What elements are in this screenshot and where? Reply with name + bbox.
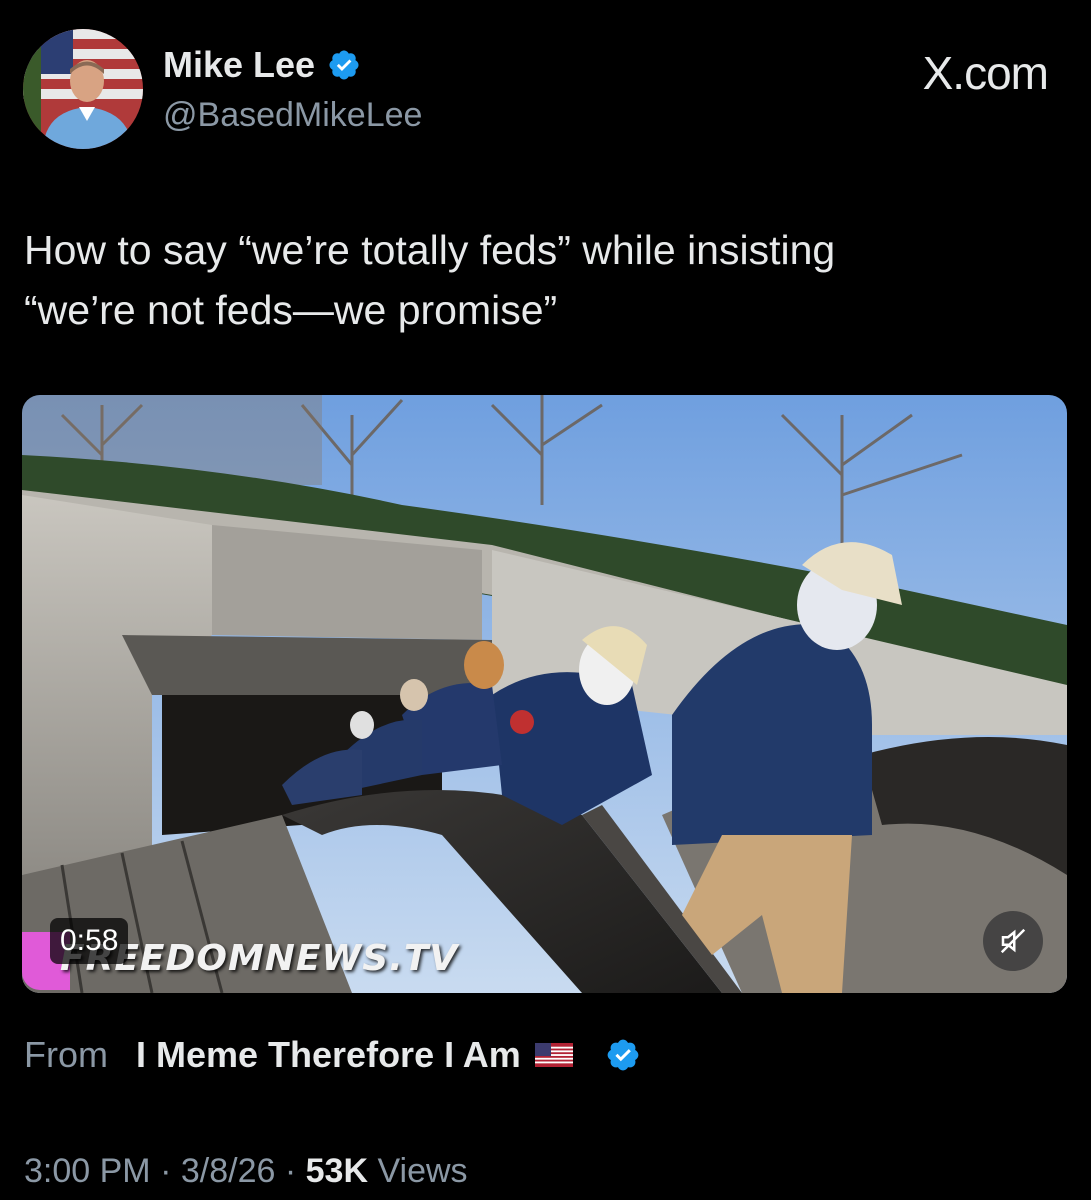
- source-verified-badge-icon: [607, 1039, 639, 1071]
- author-name-text: Mike Lee: [163, 44, 316, 85]
- tweet-time[interactable]: 3:00 PM: [24, 1152, 151, 1190]
- video-duration: 0:58: [50, 918, 129, 964]
- tweet-meta: 3:00 PM · 3/8/26 · 53K Views: [24, 1152, 468, 1191]
- avatar-image: [23, 29, 143, 149]
- tweet-text-line-2: “we’re not feds—we promise”: [24, 287, 558, 333]
- us-flag-icon: [534, 1043, 573, 1067]
- video-frame-image: [22, 395, 1067, 993]
- views-label: Views: [377, 1152, 468, 1190]
- muted-speaker-icon: [1000, 928, 1026, 954]
- author-handle[interactable]: @BasedMikeLee: [163, 96, 422, 135]
- meta-separator: ·: [160, 1152, 172, 1190]
- video-player[interactable]: [22, 395, 1067, 993]
- video-source: From I Meme Therefore I Am: [24, 1034, 641, 1076]
- meta-separator: ·: [284, 1152, 297, 1190]
- tweet-text: How to say “we’re totally feds” while in…: [24, 220, 1054, 340]
- verified-badge-icon: [329, 50, 359, 80]
- mute-button[interactable]: [983, 911, 1043, 971]
- tweet-text-line-1: How to say “we’re totally feds” while in…: [24, 227, 836, 273]
- tweet-date[interactable]: 3/8/26: [181, 1152, 276, 1190]
- author-name[interactable]: Mike Lee: [163, 44, 361, 86]
- author-avatar[interactable]: [23, 29, 143, 149]
- brand-logo: X.com: [922, 47, 1049, 99]
- source-name[interactable]: I Meme Therefore I Am: [136, 1034, 521, 1076]
- source-from-label: From: [24, 1034, 108, 1075]
- views-count: 53K: [305, 1152, 368, 1190]
